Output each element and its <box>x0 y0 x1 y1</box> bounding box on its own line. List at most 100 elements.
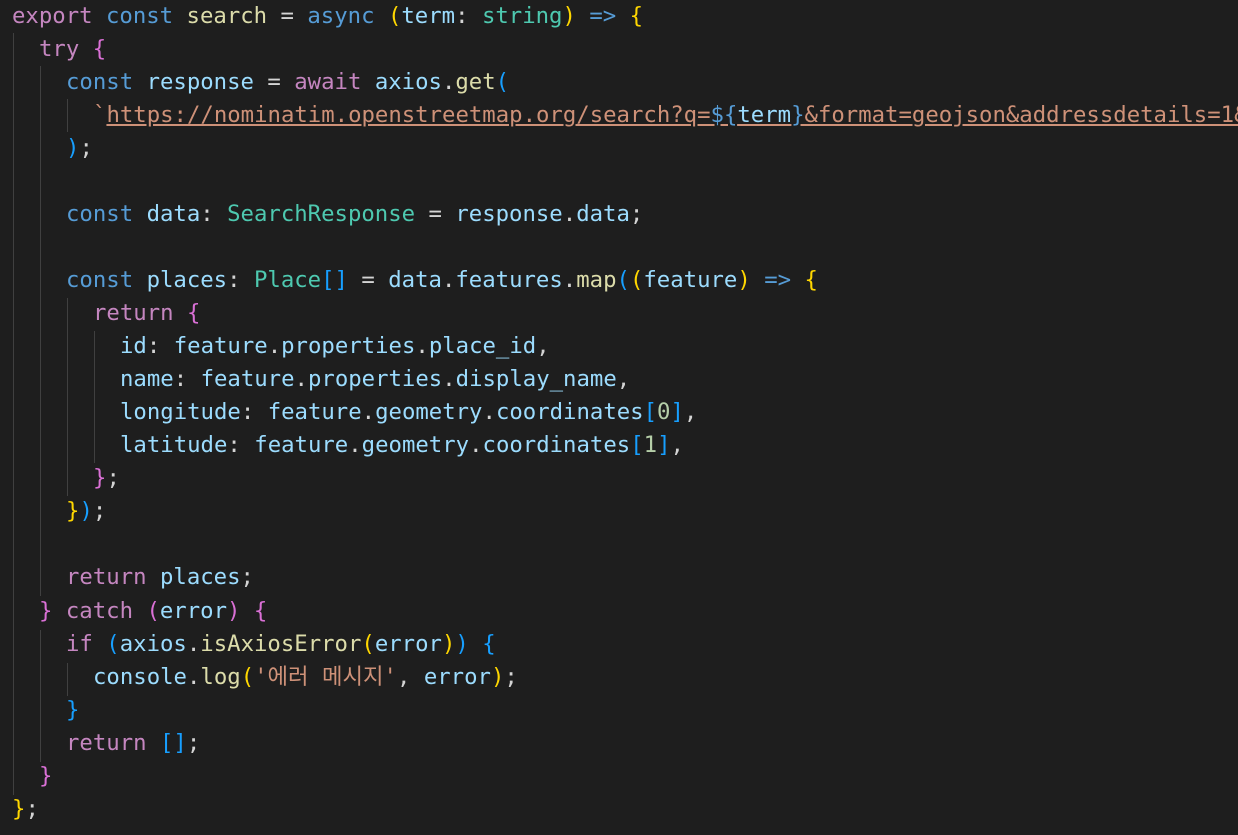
code-line[interactable]: } catch (error) { <box>39 595 267 628</box>
code-token: ( <box>106 631 120 657</box>
code-token: : <box>173 366 201 392</box>
code-token: feature <box>200 366 295 392</box>
code-token: const <box>66 69 134 95</box>
code-token: . <box>469 432 483 458</box>
code-line[interactable]: const places: Place[] = data.features.ma… <box>66 264 818 297</box>
code-token: await <box>294 69 362 95</box>
code-token: [] <box>159 730 187 756</box>
code-token: . <box>186 631 201 657</box>
code-token: { <box>804 267 818 293</box>
code-token: export <box>12 3 93 29</box>
code-line[interactable]: name: feature.properties.display_name, <box>120 363 630 396</box>
code-token: ; <box>92 498 107 524</box>
code-token: ) <box>455 631 469 657</box>
code-line[interactable]: }; <box>93 462 120 495</box>
code-token: SearchResponse <box>227 201 416 227</box>
code-token: { <box>482 631 496 657</box>
code-token: id <box>120 333 147 359</box>
code-token: ] <box>670 399 684 425</box>
code-line[interactable]: try { <box>39 33 106 66</box>
code-token: Place <box>253 267 322 293</box>
code-token: places <box>159 564 241 590</box>
code-token: . <box>348 432 362 458</box>
code-token: if <box>66 631 93 657</box>
code-token: '에러 메시지' <box>254 664 397 690</box>
code-token: ) <box>227 598 241 624</box>
code-token: get <box>455 69 496 95</box>
code-line[interactable]: const data: SearchResponse = response.da… <box>66 198 643 231</box>
code-token: ( <box>146 598 160 624</box>
code-token: : <box>227 432 255 458</box>
code-token: ) <box>66 135 80 161</box>
code-line[interactable]: export const search = async (term: strin… <box>12 0 643 33</box>
code-token: ) <box>562 3 576 29</box>
code-line[interactable]: longitude: feature.geometry.coordinates[… <box>120 396 697 429</box>
code-line[interactable]: const response = await axios.get( <box>66 66 509 99</box>
code-token: map <box>576 267 617 293</box>
code-token: => <box>764 267 792 293</box>
code-line[interactable]: }); <box>66 495 106 528</box>
code-line[interactable]: id: feature.properties.place_id, <box>120 330 550 363</box>
code-token: = <box>415 201 456 227</box>
code-lines[interactable]: export const search = async (term: strin… <box>0 0 1238 835</box>
code-line[interactable]: } <box>39 760 52 793</box>
code-line[interactable]: }; <box>12 793 39 826</box>
code-editor[interactable]: export const search = async (term: strin… <box>0 0 1238 835</box>
code-token: try <box>39 36 80 62</box>
code-token: ${ <box>710 102 738 128</box>
code-line[interactable]: if (axios.isAxiosError(error)) { <box>66 628 496 661</box>
code-token: [ <box>643 399 658 425</box>
code-token: . <box>562 201 577 227</box>
code-token: ; <box>106 465 120 491</box>
code-token: . <box>562 267 577 293</box>
code-token: ( <box>616 267 630 293</box>
code-line[interactable]: } <box>66 694 79 727</box>
code-token: . <box>482 399 496 425</box>
code-line[interactable]: return places; <box>66 561 254 594</box>
code-line[interactable]: return []; <box>66 727 200 760</box>
code-line[interactable]: ); <box>66 132 93 165</box>
code-token: { <box>186 300 201 326</box>
code-token: . <box>294 366 308 392</box>
code-token: term <box>401 3 456 29</box>
code-line[interactable]: console.log('에러 메시지', error); <box>93 661 518 694</box>
code-token: ` <box>93 102 107 128</box>
code-token: . <box>441 267 456 293</box>
code-token: return <box>66 730 147 756</box>
code-token: name <box>120 366 174 392</box>
code-token: ( <box>387 3 402 29</box>
code-token: : <box>146 333 174 359</box>
code-token: ( <box>240 664 255 690</box>
code-token: return <box>93 300 174 326</box>
code-token: } <box>66 697 80 723</box>
code-token: } <box>12 796 26 822</box>
code-token: = <box>267 3 308 29</box>
code-token: : <box>455 3 482 29</box>
code-token: 0 <box>657 399 671 425</box>
code-token: ; <box>25 796 39 822</box>
code-token: async <box>307 3 375 29</box>
code-token: place_id <box>428 333 537 359</box>
code-token: coordinates <box>495 399 644 425</box>
code-token: ) <box>737 267 751 293</box>
code-token: ( <box>495 69 510 95</box>
code-token: response <box>146 69 254 95</box>
url-link[interactable]: &format=geojson&addressdetails=1& <box>805 102 1238 128</box>
url-link[interactable]: https://nominatim.openstreetmap.org/sear… <box>106 102 710 128</box>
code-token: longitude <box>120 399 241 425</box>
code-line[interactable]: return { <box>93 297 200 330</box>
code-line[interactable]: latitude: feature.geometry.coordinates[1… <box>120 429 684 462</box>
code-token: data <box>146 201 201 227</box>
code-line[interactable]: `https://nominatim.openstreetmap.org/sea… <box>93 99 1238 132</box>
code-token: feature <box>254 432 349 458</box>
code-token: { <box>92 36 107 62</box>
